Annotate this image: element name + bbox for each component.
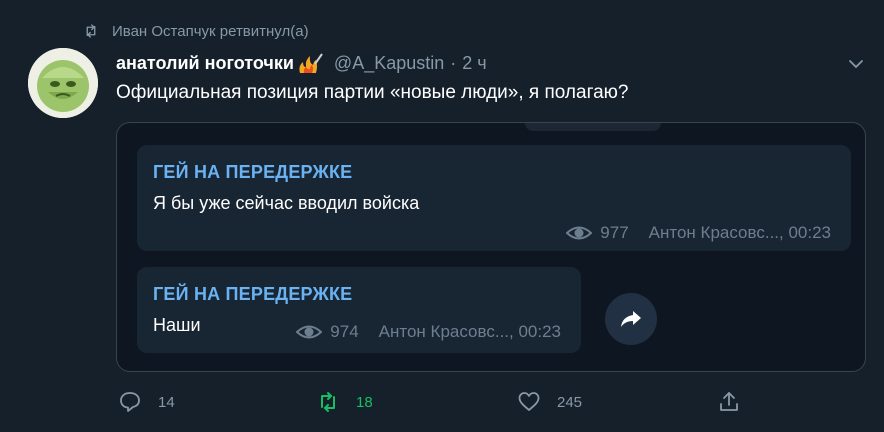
fire-nail-emoji-icon: [299, 53, 323, 73]
retweet-text[interactable]: Иван Остапчук ретвитнул(а): [112, 23, 309, 40]
tweet-header: анатолий ноготочки @A_Kapustin · 2 ч: [116, 52, 487, 74]
header-separator: ·: [450, 52, 457, 73]
author-name[interactable]: анатолий ноготочки: [116, 53, 294, 74]
message-meta: 974 Антон Красовс..., 00:23: [296, 322, 561, 342]
retweet-count: 18: [356, 393, 373, 411]
forward-arrow-icon: [621, 311, 641, 327]
retweet-icon[interactable]: [316, 390, 340, 414]
like-action[interactable]: 245: [517, 390, 582, 414]
retweet-action[interactable]: 18: [316, 390, 373, 414]
retweet-icon: [86, 24, 96, 38]
heart-icon[interactable]: [517, 390, 541, 414]
like-count: 245: [557, 393, 583, 411]
tweet-actions: 14 18 245: [0, 390, 884, 420]
author-handle[interactable]: @A_Kapustin: [334, 53, 444, 74]
message-sender: ГЕЙ НА ПЕРЕДЕРЖКЕ: [153, 284, 353, 304]
message-bubble: ГЕЙ НА ПЕРЕДЕРЖКЕ Я бы уже сейчас вводил…: [137, 145, 851, 251]
message-footer: Антон Красовс..., 00:23: [378, 322, 561, 341]
view-count: 974: [330, 322, 359, 341]
message-bubble: ГЕЙ НА ПЕРЕДЕРЖКЕ Наши 974 Антон Красовс…: [137, 267, 581, 353]
message-sender: ГЕЙ НА ПЕРЕДЕРЖКЕ: [153, 162, 353, 182]
message-meta: 977 Антон Красовс..., 00:23: [566, 223, 831, 243]
eye-icon: [566, 226, 593, 240]
tweet-time[interactable]: 2 ч: [462, 53, 486, 74]
retweet-indicator: Иван Остапчук ретвитнул(а): [82, 22, 309, 40]
view-count: 977: [600, 223, 629, 242]
message-text: Наши: [153, 315, 201, 335]
eye-icon: [296, 325, 323, 339]
message-text: Я бы уже сейчас вводил войска: [153, 193, 420, 213]
cropped-element: [525, 123, 661, 131]
forward-button: [605, 293, 657, 345]
tweet-text: Официальная позиция партии «новые люди»,…: [116, 82, 629, 103]
share-icon[interactable]: [717, 390, 741, 414]
reply-action[interactable]: 14: [118, 390, 175, 414]
tweet-image[interactable]: ГЕЙ НА ПЕРЕДЕРЖКЕ Я бы уже сейчас вводил…: [116, 122, 866, 372]
message-footer: Антон Красовс..., 00:23: [648, 223, 831, 242]
reply-count: 14: [158, 393, 175, 411]
avatar[interactable]: [28, 48, 98, 118]
chevron-down-icon[interactable]: [846, 54, 866, 74]
reply-icon[interactable]: [118, 390, 142, 414]
share-action[interactable]: [717, 390, 741, 414]
